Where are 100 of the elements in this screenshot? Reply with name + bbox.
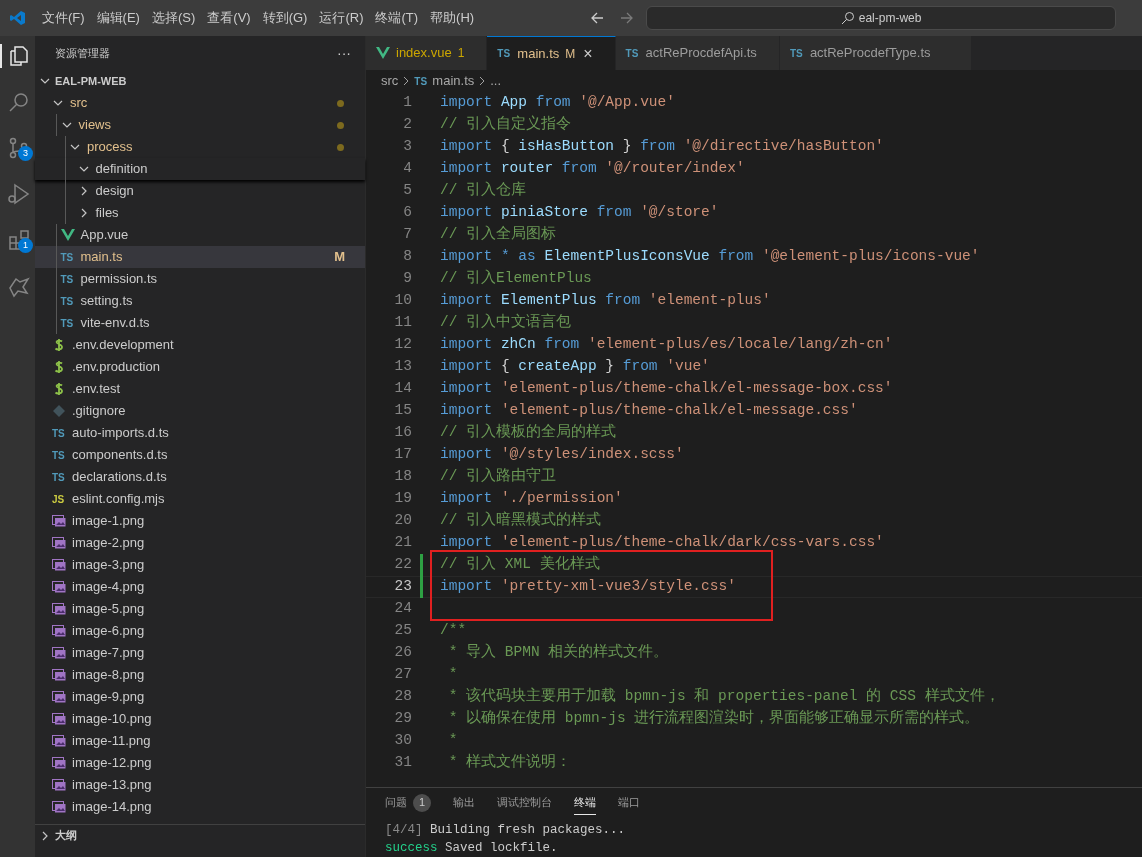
breadcrumb-item[interactable]: ... [490,71,502,91]
file-name: main.ts [80,248,123,267]
line-number: 11 [393,313,412,333]
file-tree-item[interactable]: .env.production [35,356,365,378]
file-name: image-13.png [72,776,152,795]
search-icon [840,11,855,25]
file-name: image-10.png [72,710,152,729]
file-tree-item[interactable]: image-1.png [35,510,365,532]
count-badge: 3 [18,146,33,161]
workspace-header[interactable]: EAL-PM-WEB [35,70,365,92]
terminal-line: [4/4] Building fresh packages... [385,822,626,839]
code-line: import ElementPlus from 'element-plus' [440,291,771,311]
chevron-right-icon [402,76,411,86]
image-icon [52,559,66,571]
line-number: 15 [393,401,412,421]
menu-item[interactable]: 终端(T) [369,8,425,28]
line-number: 28 [393,687,412,707]
file-tree-item[interactable]: image-4.png [35,576,365,598]
file-name: auto-imports.d.ts [72,424,169,443]
image-icon [52,581,66,593]
file-tree-item[interactable]: App.vue [35,224,365,246]
line-number: 22 [393,555,412,575]
vue-icon [376,47,390,59]
file-tree-item[interactable]: TS permission.ts [35,268,365,290]
panel-tab[interactable]: 输出 [453,791,475,815]
breadcrumb-item[interactable]: TS main.ts [414,71,475,91]
panel-tab[interactable]: 端口 [618,791,640,815]
sidebar-title: 资源管理器 [55,45,110,61]
image-icon [52,757,66,769]
git-status-label: M [334,248,345,267]
file-tree-item[interactable]: .gitignore [35,400,365,422]
js-icon: JS [52,491,66,507]
menu-item[interactable]: 编辑(E) [90,8,146,28]
editor-tab[interactable]: TS main.ts M × [487,36,616,70]
code-line: // 引入 XML 美化样式 [440,554,600,575]
file-tree-item[interactable]: image-9.png [35,686,365,708]
file-tree-item[interactable]: TS components.d.ts [35,444,365,466]
code-line: * [447,665,458,685]
file-tree-item[interactable]: image-11.png [35,730,365,752]
file-tree-item[interactable]: image-6.png [35,620,365,642]
editor-tab[interactable]: index.vue 1 [366,36,488,70]
file-tree-item[interactable]: TS auto-imports.d.ts [35,422,365,444]
file-tree-item[interactable]: TS declarations.d.ts [35,466,365,488]
file-tree-item[interactable]: .env.test [35,378,365,400]
line-number: 20 [393,511,412,531]
file-name: setting.ts [80,292,133,311]
run-debug-icon[interactable] [6,182,31,206]
menu-item[interactable]: 转到(G) [256,8,314,28]
search-field[interactable]: eal-pm-web [646,6,1117,30]
section-header[interactable]: 大纲 [35,824,365,846]
line-number: 9 [402,269,412,289]
more-actions[interactable]: ··· [337,42,351,64]
file-tree-item[interactable]: image-8.png [35,664,365,686]
line-number: 5 [402,181,412,201]
terminal-line: success Saved lockfile. [385,840,558,857]
panel-tab[interactable]: 终端 [574,791,596,815]
file-tree-item[interactable]: image-13.png [35,774,365,796]
editor-tab[interactable]: TS actReProcdefType.ts [779,36,972,70]
file-tree-item[interactable]: TS vite-env.d.ts [35,312,365,334]
code-line: import { createApp } from 'vue' [440,357,710,377]
menu-item[interactable]: 文件(F) [36,8,91,28]
file-tree-item[interactable]: design [35,180,365,202]
file-tree-item[interactable]: src [35,92,365,114]
forward-arrow-icon[interactable] [620,11,635,25]
code-line: // 引入路由守卫 [440,466,557,487]
file-name: process [87,138,133,157]
file-tree-item[interactable]: image-2.png [35,532,365,554]
file-tree-item[interactable]: image-5.png [35,598,365,620]
file-tree-item[interactable]: image-12.png [35,752,365,774]
ts-icon: TS [60,271,75,287]
code-line: import 'element-plus/theme-chalk/el-message-box.css' [440,379,893,399]
file-tree-item[interactable]: definition [35,158,365,180]
line-number: 14 [393,379,412,399]
file-tree-item[interactable]: views [35,114,365,136]
panel-tab[interactable]: 问题 1 [385,791,431,815]
close-button[interactable]: × [583,45,593,62]
file-tree-item[interactable]: image-14.png [35,796,365,818]
extensions-icon[interactable] [6,228,31,252]
file-tree-item[interactable]: TS main.ts M [35,246,365,268]
panel-tab[interactable]: 调试控制台 [497,791,552,815]
code-line: * 导入 BPMN 相关的样式文件。 [447,642,669,663]
menu-item[interactable]: 查看(V) [201,8,257,28]
menu-item[interactable]: 帮助(H) [424,8,481,28]
breadcrumb-item[interactable]: src [381,71,399,91]
line-number: 30 [393,731,412,751]
editor-tab[interactable]: TS actReProcdefApi.ts [615,36,780,70]
file-tree-item[interactable]: TS setting.ts [35,290,365,312]
file-tree-item[interactable]: image-7.png [35,642,365,664]
file-tree-item[interactable]: JS eslint.config.mjs [35,488,365,510]
file-name: declarations.d.ts [72,468,167,487]
file-tree-item[interactable]: image-3.png [35,554,365,576]
file-tree-item[interactable]: image-10.png [35,708,365,730]
line-number: 13 [393,357,412,377]
back-arrow-icon[interactable] [590,11,605,25]
file-tree-item[interactable]: .env.development [35,334,365,356]
file-name: .env.test [72,380,121,399]
file-tree-item[interactable]: process [35,136,365,158]
menu-item[interactable]: 运行(R) [313,8,370,28]
file-tree-item[interactable]: files [35,202,365,224]
menu-item[interactable]: 选择(S) [145,8,202,28]
